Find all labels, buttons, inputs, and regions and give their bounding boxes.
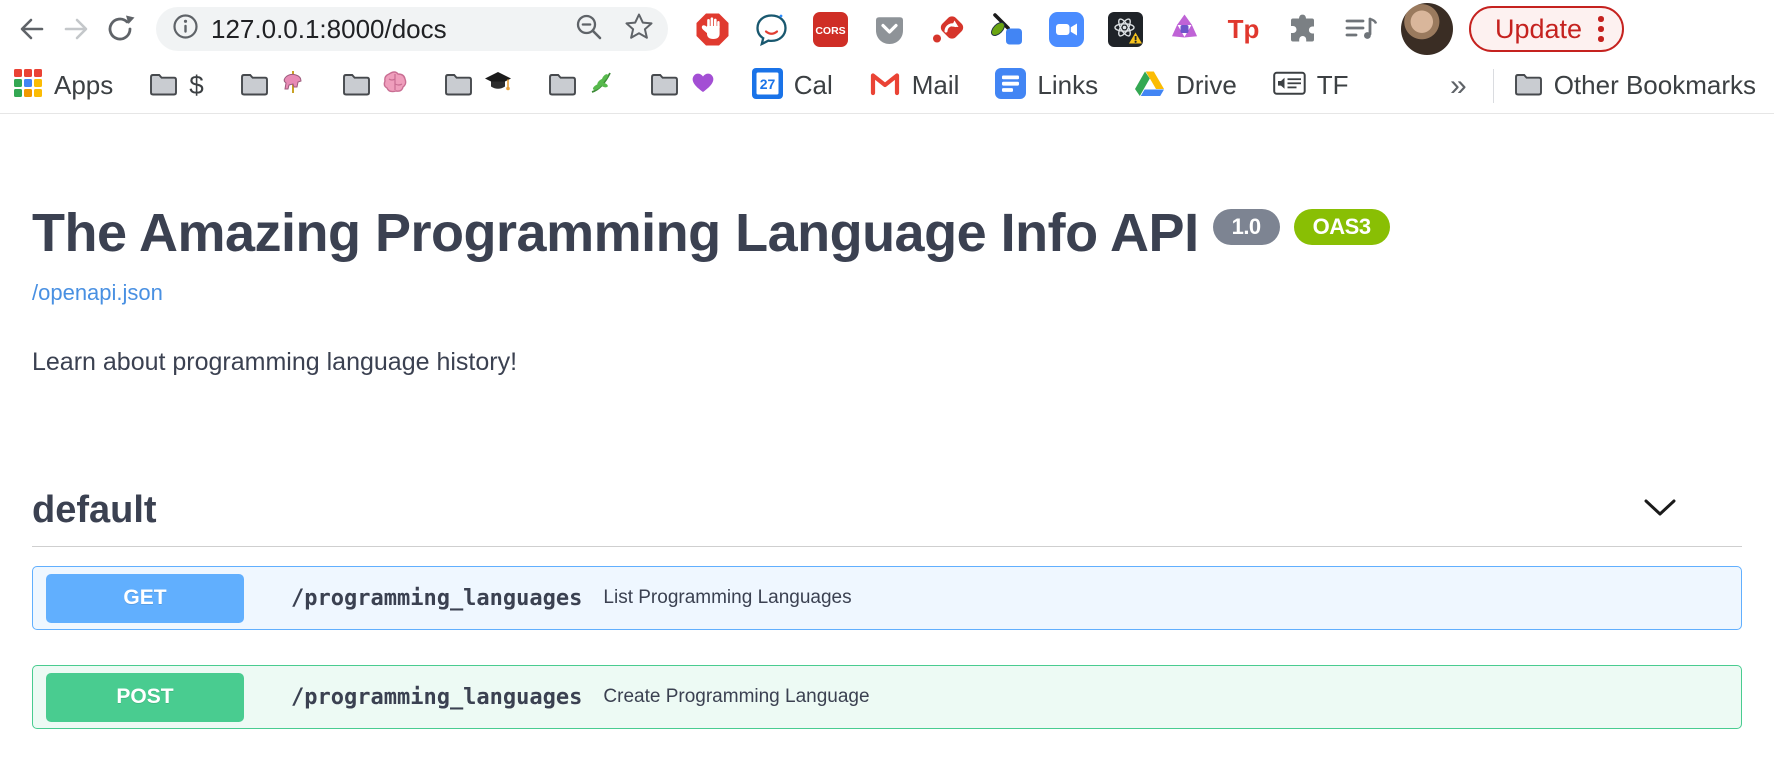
gmail-icon [869,70,901,101]
links-doc-icon [995,68,1026,104]
back-button[interactable] [10,7,54,51]
bookmark-folder-carousel[interactable] [240,69,306,102]
herb-icon [588,69,614,102]
section-header-default[interactable]: default [32,489,1742,532]
post-path: /programming_languages [291,685,582,710]
api-description: Learn about programming language history… [32,348,1742,377]
purple-heart-icon [690,70,716,101]
bookmarks-separator [1493,69,1494,103]
bookmark-folder-purple-heart[interactable] [650,70,716,101]
bookmark-folder-herb[interactable] [548,69,614,102]
folder-icon [342,71,371,101]
bookmark-label: Cal [794,70,833,101]
zoom-out-icon[interactable] [574,12,604,47]
gcal-icon: 27 [752,68,783,104]
svg-text:CORS: CORS [815,24,845,36]
get-path: /programming_languages [291,586,582,611]
bookmark-folder-grad-cap[interactable] [444,70,512,101]
version-badge: 1.0 [1213,209,1280,245]
get-summary: List Programming Languages [603,587,851,609]
zoom-video-icon[interactable] [1048,11,1084,47]
openapi-spec-link[interactable]: /openapi.json [32,280,163,306]
bookmark-mail[interactable]: Mail [869,70,960,101]
folder-icon [548,71,577,101]
bookmark-label: Drive [1176,70,1237,101]
page-info-icon[interactable] [172,13,199,45]
bookmark-folder-dollar[interactable]: $ [149,70,203,101]
operation-row-get[interactable]: GET /programming_languages List Programm… [32,566,1742,630]
oas3-badge: OAS3 [1294,209,1390,245]
bookmark-tf[interactable]: TF [1273,70,1349,101]
browser-menu-icon[interactable] [1598,16,1604,42]
bookmarks-bar: Apps $27 Cal Mail Links Drive TF » Other Bookm… [0,58,1774,114]
update-label: Update [1495,14,1582,45]
svg-text:Tp: Tp [1227,14,1259,44]
operation-row-post[interactable]: POST /programming_languages Create Progr… [32,665,1742,729]
bookmark-cal[interactable]: 27 Cal [752,68,833,104]
bookmark-drive[interactable]: Drive [1134,70,1237,102]
bookmarks-overflow-chevron[interactable]: » [1444,69,1473,103]
bookmark-apps[interactable]: Apps [14,69,113,103]
bookmark-folder-brain[interactable] [342,70,408,101]
profile-avatar[interactable] [1401,3,1453,55]
forward-button[interactable] [54,7,98,51]
extensions-strip: CORS Tp [694,11,1379,47]
other-bookmarks[interactable]: Other Bookmarks [1514,70,1756,101]
carousel-horse-icon [280,69,306,102]
bookmark-star-icon[interactable] [624,12,654,47]
puzzle-icon[interactable] [1284,11,1320,47]
folder-icon [650,71,679,101]
drive-icon [1134,70,1165,102]
section-divider [32,546,1742,547]
svg-text:27: 27 [759,76,775,92]
recycle-purple-icon[interactable] [1166,11,1202,47]
update-button[interactable]: Update [1469,6,1624,52]
swagger-page: The Amazing Programming Language Info AP… [0,114,1774,729]
section-collapse-chevron-icon[interactable] [1636,491,1684,530]
chat-bubble-icon[interactable] [753,11,789,47]
get-method-badge: GET [46,574,244,623]
post-summary: Create Programming Language [603,686,869,708]
omnibox[interactable]: 127.0.0.1:8000/docs [156,7,668,51]
graduation-cap-icon [484,70,512,101]
post-method-badge: POST [46,673,244,722]
bookmark-label: Mail [912,70,960,101]
api-title: The Amazing Programming Language Info AP… [32,114,1742,264]
bookmark-label: TF [1317,70,1349,101]
pocket-icon[interactable] [871,11,907,47]
bookmark-links[interactable]: Links [995,68,1098,104]
share-red-icon[interactable] [930,11,966,47]
section-title: default [32,489,157,532]
brain-icon [382,70,408,101]
reload-button[interactable] [98,7,142,51]
folder-icon [444,71,473,101]
browser-toolbar: 127.0.0.1:8000/docs CORS Tp Update [0,0,1774,58]
url-input[interactable]: 127.0.0.1:8000/docs [211,14,574,45]
bookmark-label: $ [189,70,203,101]
react-devtools-icon[interactable] [1107,11,1143,47]
music-queue-icon[interactable] [1343,11,1379,47]
tp-icon[interactable]: Tp [1225,11,1261,47]
bookmark-label: Apps [54,70,113,101]
folder-icon [240,71,269,101]
folder-icon [149,71,178,101]
bookmark-label: Links [1037,70,1098,101]
folder-icon [1514,71,1543,101]
colorzilla-icon[interactable] [989,11,1025,47]
cors-icon[interactable]: CORS [812,11,848,47]
apps-grid-icon [14,69,43,103]
tf-card-icon [1273,71,1306,101]
adblock-stop-hand-icon[interactable] [694,11,730,47]
